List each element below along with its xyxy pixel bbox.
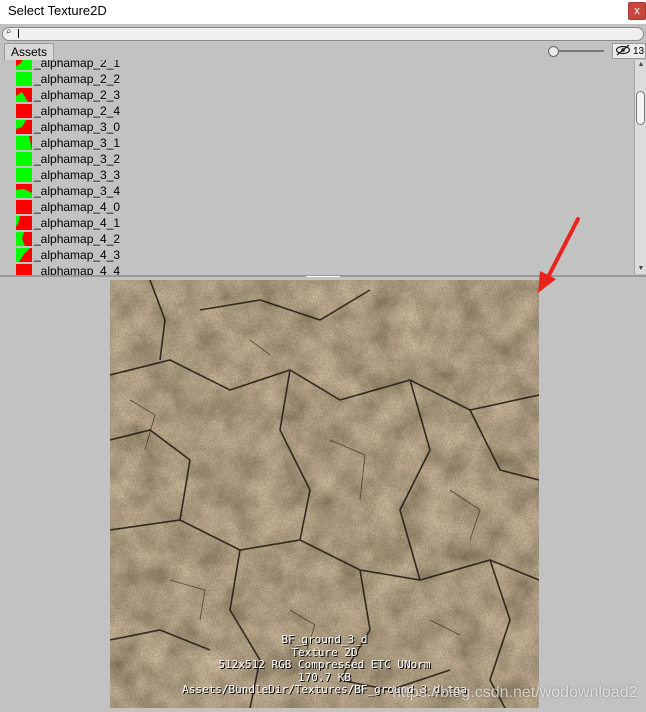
texture-name: BF_ground_3_d: [281, 633, 368, 646]
texture-preview: BF_ground_3_d Texture 2D 512x512 RGB Com…: [110, 280, 539, 708]
list-item[interactable]: _alphamap_2_1: [0, 60, 634, 72]
scrollbar-handle[interactable]: [636, 91, 645, 125]
alphamap-thumbnail: [16, 120, 32, 134]
alphamap-thumbnail: [16, 88, 32, 102]
thumbnail-size-slider[interactable]: [548, 46, 604, 57]
red-arrow-annotation: [538, 217, 580, 293]
window-title: Select Texture2D: [8, 3, 107, 18]
list-item[interactable]: _alphamap_4_0: [0, 200, 634, 216]
list-item-label: _alphamap_2_2: [34, 72, 121, 86]
watermark: https://blog.csdn.net/wodownload2: [392, 684, 638, 701]
alphamap-thumbnail: [16, 136, 32, 150]
alphamap-thumbnail: [16, 104, 32, 118]
list-item[interactable]: _alphamap_2_2: [0, 72, 634, 88]
list-item-label: _alphamap_2_3: [34, 88, 121, 102]
list-scrollbar[interactable]: ▲ ▼: [634, 60, 646, 274]
list-item-label: _alphamap_2_1: [34, 60, 121, 70]
list-item-label: _alphamap_3_0: [34, 120, 121, 134]
slider-track: [552, 50, 604, 52]
list-item-label: _alphamap_4_0: [34, 200, 121, 214]
list-item[interactable]: _alphamap_3_2: [0, 152, 634, 168]
close-button[interactable]: x: [628, 2, 646, 20]
alphamap-thumbnail: [16, 168, 32, 182]
toolbar: Assets 13: [0, 42, 646, 61]
tab-assets[interactable]: Assets: [4, 43, 55, 61]
list-item[interactable]: _alphamap_2_4: [0, 104, 634, 120]
hidden-count: 13: [633, 46, 645, 57]
list-item[interactable]: _alphamap_2_3: [0, 88, 634, 104]
title-bar: Select Texture2D x: [0, 0, 646, 24]
search-input[interactable]: ⌕: [2, 26, 644, 41]
list-item-label: _alphamap_4_1: [34, 216, 121, 230]
alphamap-thumbnail: [16, 184, 32, 198]
scroll-down-icon[interactable]: ▼: [636, 264, 646, 274]
list-item[interactable]: _alphamap_3_1: [0, 136, 634, 152]
list-item-label: _alphamap_3_2: [34, 152, 121, 166]
hidden-items-toggle[interactable]: 13: [612, 43, 646, 59]
list-item-label: _alphamap_3_3: [34, 168, 121, 182]
search-row: ⌕: [0, 24, 646, 42]
alphamap-thumbnail: [16, 72, 32, 86]
slider-thumb[interactable]: [548, 46, 559, 57]
list-item[interactable]: _alphamap_3_0: [0, 120, 634, 136]
alphamap-thumbnail: [16, 60, 32, 70]
alphamap-thumbnail: [16, 216, 32, 230]
scroll-up-icon[interactable]: ▲: [636, 60, 646, 70]
alphamap-thumbnail: [16, 200, 32, 214]
texture-format: 512x512 RGB Compressed ETC UNorm: [218, 658, 431, 671]
eye-slash-icon: [615, 44, 631, 60]
search-icon: ⌕: [6, 26, 12, 37]
alphamap-thumbnail: [16, 232, 32, 246]
alphamap-thumbnail: [16, 248, 32, 262]
text-cursor: [18, 29, 19, 38]
list-item[interactable]: _alphamap_3_4: [0, 184, 634, 200]
list-item[interactable]: _alphamap_3_3: [0, 168, 634, 184]
list-item-label: _alphamap_3_1: [34, 136, 121, 150]
alphamap-thumbnail: [16, 152, 32, 166]
list-item-label: _alphamap_3_4: [34, 184, 121, 198]
list-item-label: _alphamap_4_3: [34, 248, 121, 262]
list-item-label: _alphamap_2_4: [34, 104, 121, 118]
list-item-label: _alphamap_4_2: [34, 232, 121, 246]
